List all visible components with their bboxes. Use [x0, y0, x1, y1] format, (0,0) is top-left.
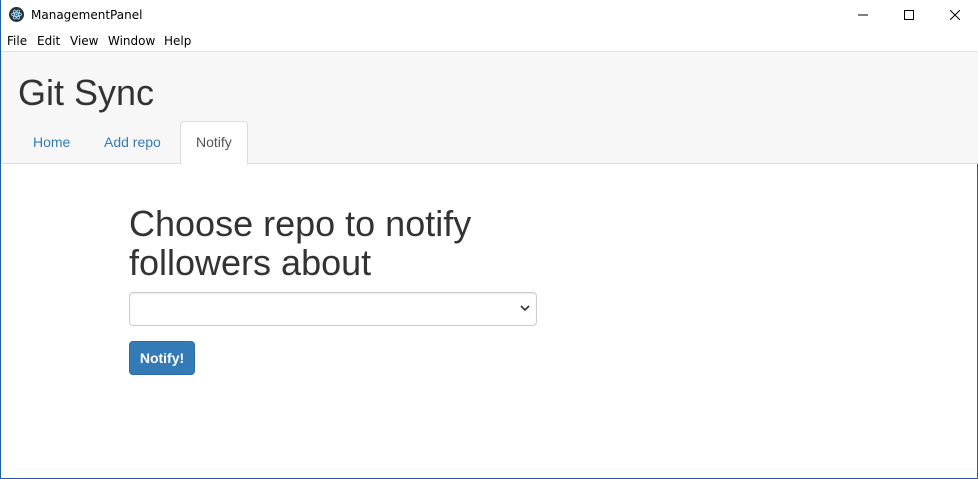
menu-window[interactable]: Window [108, 34, 155, 48]
page-heading: Choose repo to notify followers about [129, 203, 472, 283]
notify-button[interactable]: Notify! [129, 341, 195, 375]
repo-select[interactable] [129, 292, 537, 326]
minimize-button[interactable] [840, 0, 886, 30]
tab-home[interactable]: Home [18, 121, 85, 164]
menu-view[interactable]: View [70, 34, 98, 48]
chevron-down-icon [520, 305, 530, 312]
app-window: ManagementPanel File Edit View Window He… [0, 0, 978, 479]
maximize-button[interactable] [886, 0, 932, 30]
menu-bar: File Edit View Window Help [1, 30, 978, 51]
minimize-icon [858, 14, 868, 16]
menu-help[interactable]: Help [164, 34, 191, 48]
title-bar[interactable]: ManagementPanel [1, 0, 978, 30]
menu-file[interactable]: File [7, 34, 27, 48]
menu-edit[interactable]: Edit [37, 34, 60, 48]
window-title: ManagementPanel [31, 8, 143, 22]
maximize-icon [904, 10, 914, 20]
tab-notify[interactable]: Notify [180, 121, 248, 165]
close-icon [950, 10, 960, 20]
app-header: Git Sync Home Add repo Notify [1, 51, 978, 165]
brand-title: Git Sync [18, 72, 155, 113]
electron-icon [9, 7, 24, 22]
close-button[interactable] [932, 0, 978, 30]
tab-add-repo[interactable]: Add repo [89, 121, 176, 164]
main-content: Choose repo to notify followers about No… [129, 200, 549, 375]
